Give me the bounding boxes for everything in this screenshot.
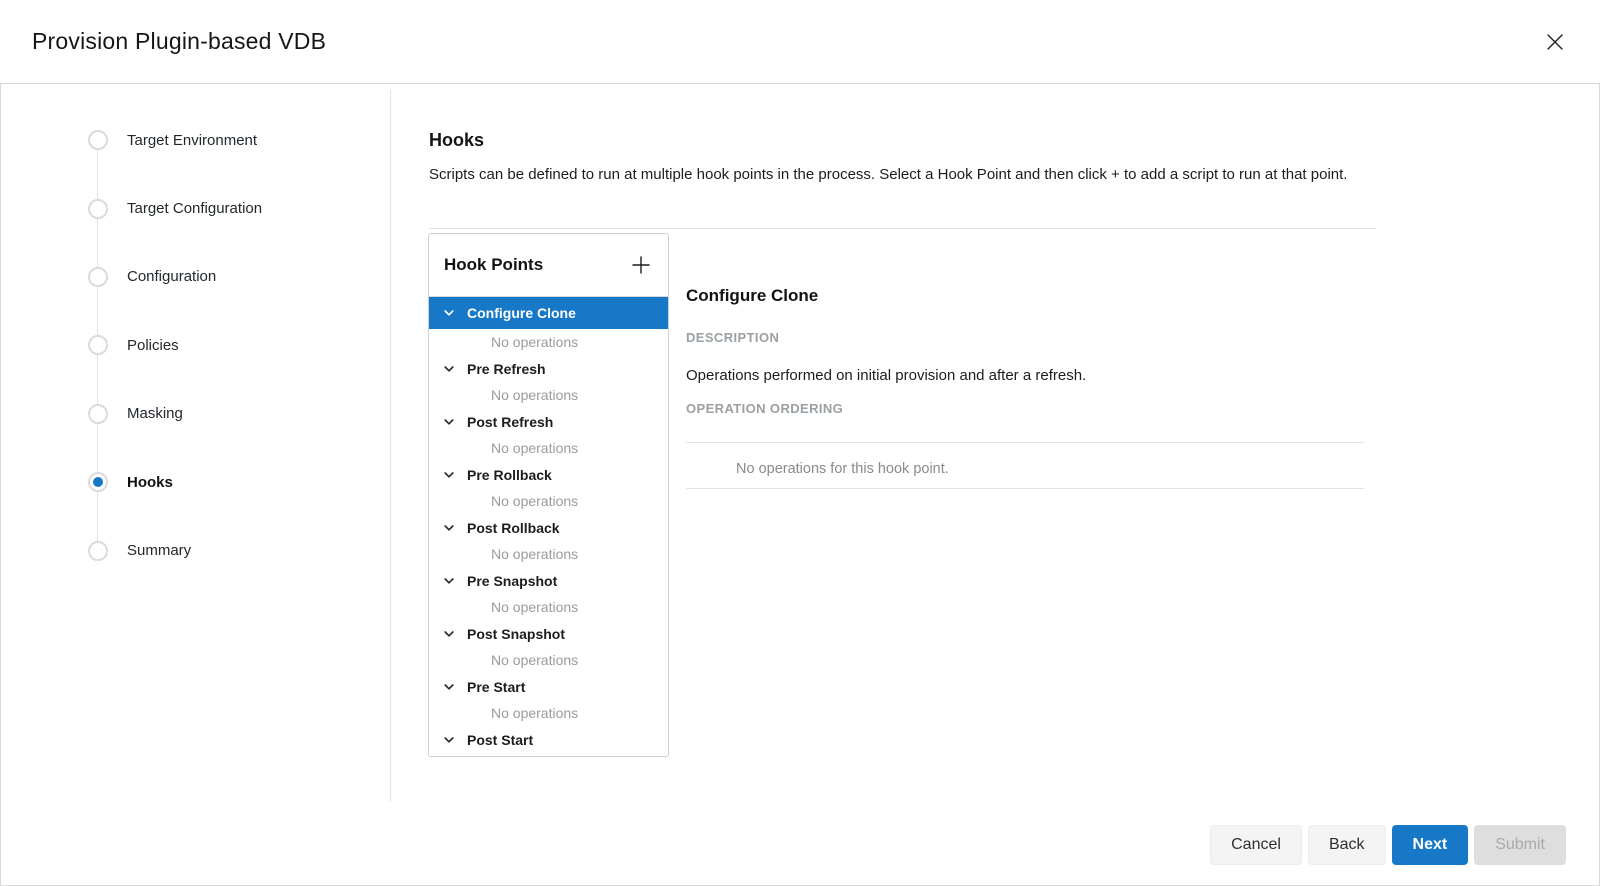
stepper-item-summary[interactable]: Summary: [88, 516, 262, 584]
hook-point-pre-start[interactable]: Pre Start: [429, 674, 668, 701]
step-circle-icon: [88, 404, 108, 424]
hook-point-no-operations: No operations: [429, 594, 668, 621]
hook-detail-title: Configure Clone: [686, 286, 818, 306]
hook-point-pre-snapshot[interactable]: Pre Snapshot: [429, 568, 668, 595]
chevron-down-icon: [443, 628, 455, 640]
hook-point-no-operations: No operations: [429, 382, 668, 409]
step-circle-icon: [88, 267, 108, 287]
hook-point-no-operations: No operations: [429, 541, 668, 568]
chevron-down-icon: [443, 575, 455, 587]
chevron-down-icon: [443, 416, 455, 428]
page-description: Scripts can be defined to run at multipl…: [429, 162, 1354, 188]
description-label: DESCRIPTION: [686, 330, 779, 345]
stepper: Target Environment Target Configuration Co…: [88, 106, 262, 585]
hook-points-header: Hook Points: [429, 234, 668, 297]
hook-point-post-rollback[interactable]: Post Rollback: [429, 515, 668, 542]
chevron-down-icon: [443, 469, 455, 481]
hook-point-configure-clone[interactable]: Configure Clone: [429, 297, 668, 329]
stepper-item-label: Configuration: [127, 268, 216, 285]
section-divider: [429, 228, 1376, 229]
hook-point-label: Pre Rollback: [467, 467, 552, 483]
stepper-item-policies[interactable]: Policies: [88, 311, 262, 379]
stepper-item-target-environment[interactable]: Target Environment: [88, 106, 262, 174]
footer-buttons: CancelBackNextSubmit: [1210, 825, 1566, 865]
hook-points-list: Configure Clone No operations Pre Refresh N…: [429, 297, 668, 756]
hook-points-panel: Hook Points Configure Clone No operations…: [428, 233, 669, 757]
stepper-item-label: Masking: [127, 405, 183, 422]
add-hook-button[interactable]: [628, 252, 654, 278]
chevron-down-icon: [443, 307, 455, 319]
stepper-item-configuration[interactable]: Configuration: [88, 243, 262, 311]
stepper-item-target-configuration[interactable]: Target Configuration: [88, 174, 262, 242]
hook-point-pre-refresh[interactable]: Pre Refresh: [429, 356, 668, 383]
step-circle-icon: [88, 199, 108, 219]
hook-description-text: Operations performed on initial provisio…: [686, 367, 1086, 384]
stepper-item-label: Hooks: [127, 474, 173, 491]
operations-divider-top: [686, 442, 1364, 443]
stepper-item-label: Target Environment: [127, 132, 257, 149]
back-button[interactable]: Back: [1308, 825, 1386, 865]
stepper-item-masking[interactable]: Masking: [88, 380, 262, 448]
stepper-item-label: Summary: [127, 542, 191, 559]
hook-point-label: Post Rollback: [467, 520, 560, 536]
chevron-down-icon: [443, 681, 455, 693]
step-circle-icon: [88, 130, 108, 150]
stepper-item-label: Target Configuration: [127, 200, 262, 217]
close-button[interactable]: [1540, 27, 1570, 57]
step-circle-icon: [88, 541, 108, 561]
step-circle-icon: [88, 335, 108, 355]
hook-point-label: Post Refresh: [467, 414, 553, 430]
plus-icon: [631, 255, 651, 275]
chevron-down-icon: [443, 363, 455, 375]
stepper-item-label: Policies: [127, 337, 179, 354]
hook-point-label: Configure Clone: [467, 305, 576, 321]
hook-point-post-start[interactable]: Post Start: [429, 727, 668, 754]
hook-point-post-refresh[interactable]: Post Refresh: [429, 409, 668, 436]
modal-header: Provision Plugin-based VDB: [0, 0, 1600, 84]
hook-point-no-operations: No operations: [429, 329, 668, 356]
hook-points-title: Hook Points: [444, 255, 543, 275]
stepper-item-hooks[interactable]: Hooks: [88, 448, 262, 516]
chevron-down-icon: [443, 522, 455, 534]
hook-point-label: Pre Snapshot: [467, 573, 557, 589]
step-circle-icon: [88, 472, 108, 492]
cancel-button[interactable]: Cancel: [1210, 825, 1302, 865]
submit-button[interactable]: Submit: [1474, 825, 1566, 865]
hook-point-no-operations: No operations: [429, 753, 668, 756]
no-operations-message: No operations for this hook point.: [736, 461, 949, 477]
modal-title: Provision Plugin-based VDB: [32, 28, 326, 55]
hook-point-no-operations: No operations: [429, 647, 668, 674]
next-button[interactable]: Next: [1392, 825, 1469, 865]
hook-point-label: Post Start: [467, 732, 533, 748]
operation-ordering-label: OPERATION ORDERING: [686, 401, 843, 416]
vertical-divider: [390, 90, 391, 802]
hook-point-label: Post Snapshot: [467, 626, 565, 642]
close-icon: [1544, 31, 1566, 53]
hook-point-no-operations: No operations: [429, 435, 668, 462]
hook-point-no-operations: No operations: [429, 488, 668, 515]
hook-point-pre-rollback[interactable]: Pre Rollback: [429, 462, 668, 489]
operations-divider-bottom: [686, 488, 1364, 489]
page-title: Hooks: [429, 130, 484, 151]
hook-point-label: Pre Refresh: [467, 361, 546, 377]
hook-point-label: Pre Start: [467, 679, 525, 695]
hook-point-post-snapshot[interactable]: Post Snapshot: [429, 621, 668, 648]
chevron-down-icon: [443, 734, 455, 746]
hook-point-no-operations: No operations: [429, 700, 668, 727]
